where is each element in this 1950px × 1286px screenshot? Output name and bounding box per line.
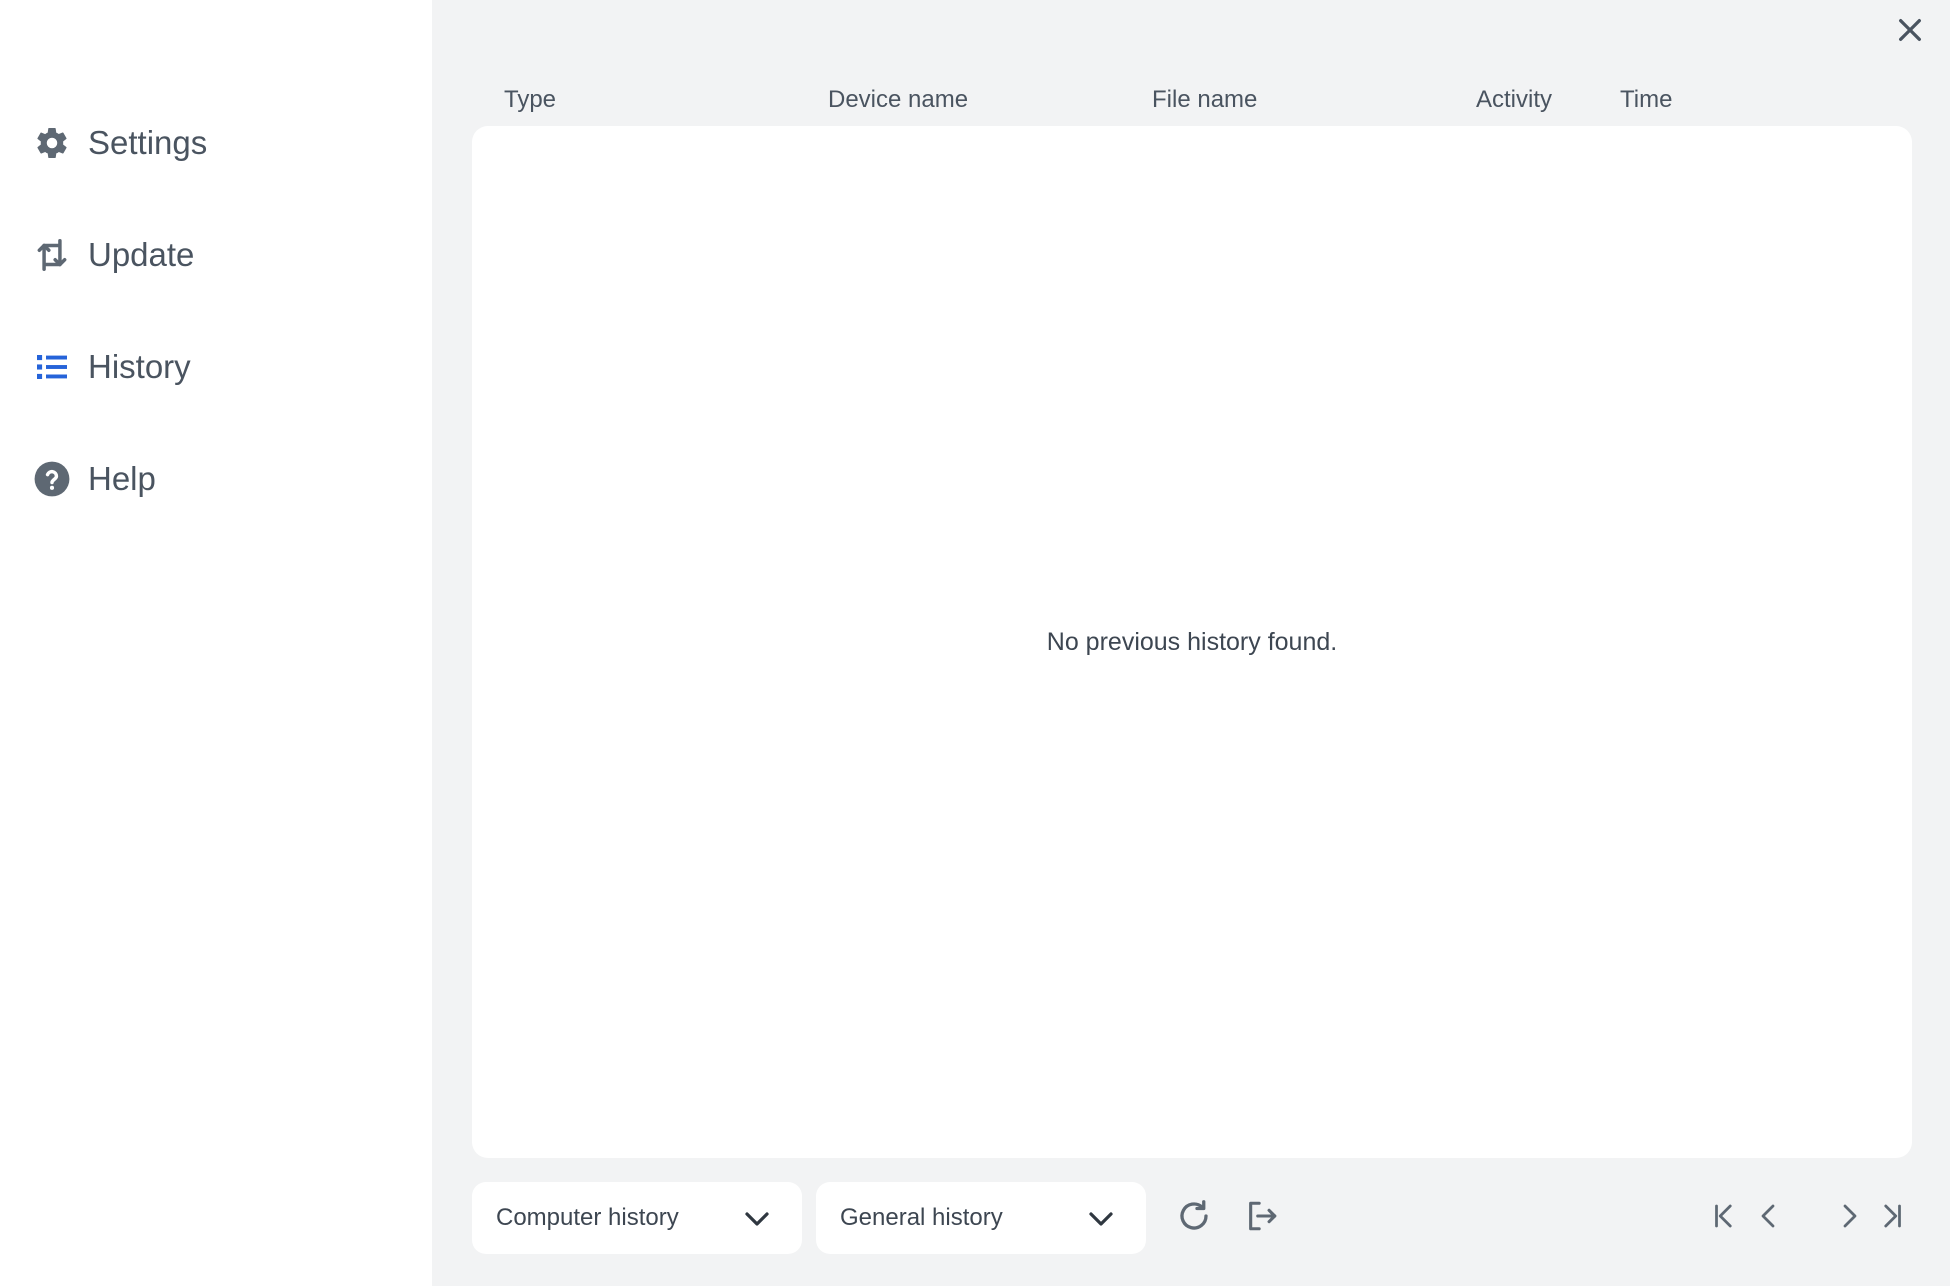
history-type-dropdown[interactable]: General history: [816, 1182, 1146, 1254]
sidebar-item-label: Help: [88, 460, 156, 497]
last-page-button[interactable]: [1874, 1200, 1910, 1236]
history-type-value: General history: [840, 1204, 1003, 1231]
column-header-time[interactable]: Time: [1620, 86, 1672, 114]
close-icon: [1896, 16, 1924, 49]
history-scope-value: Computer history: [496, 1204, 679, 1231]
refresh-button[interactable]: [1174, 1198, 1214, 1238]
first-page-button[interactable]: [1706, 1200, 1742, 1236]
next-page-button[interactable]: [1832, 1200, 1868, 1236]
history-panel: Type Device name File name Activity Time…: [432, 0, 1950, 1286]
history-table: No previous history found.: [472, 126, 1912, 1158]
first-page-icon: [1709, 1201, 1739, 1236]
sidebar-item-update[interactable]: Update: [30, 225, 194, 285]
sidebar-item-settings[interactable]: Settings: [30, 113, 207, 173]
sidebar-item-label: History: [88, 348, 191, 385]
last-page-icon: [1877, 1201, 1907, 1236]
sidebar-item-history[interactable]: History: [30, 337, 191, 397]
empty-state-message: No previous history found.: [1046, 627, 1338, 656]
sidebar: Settings Update History Help: [0, 0, 432, 1286]
export-button[interactable]: [1242, 1198, 1282, 1238]
column-header-activity[interactable]: Activity: [1476, 86, 1552, 114]
previous-page-button[interactable]: [1750, 1200, 1786, 1236]
help-icon: [30, 457, 74, 501]
gear-icon: [30, 121, 74, 165]
column-header-file-name[interactable]: File name: [1152, 86, 1257, 114]
sidebar-item-label: Settings: [88, 124, 208, 161]
update-icon: [30, 233, 74, 277]
export-icon: [1245, 1199, 1279, 1238]
history-scope-dropdown[interactable]: Computer history: [472, 1182, 802, 1254]
refresh-icon: [1176, 1198, 1212, 1239]
chevron-right-icon: [1835, 1201, 1865, 1236]
chevron-down-icon: [1086, 1204, 1116, 1234]
chevron-left-icon: [1753, 1201, 1783, 1236]
list-icon: [30, 345, 74, 389]
chevron-down-icon: [742, 1204, 772, 1234]
column-header-device-name[interactable]: Device name: [828, 86, 968, 114]
sidebar-item-help[interactable]: Help: [30, 449, 156, 509]
sidebar-item-label: Update: [88, 236, 195, 273]
close-button[interactable]: [1890, 12, 1930, 52]
column-header-type[interactable]: Type: [504, 86, 556, 114]
